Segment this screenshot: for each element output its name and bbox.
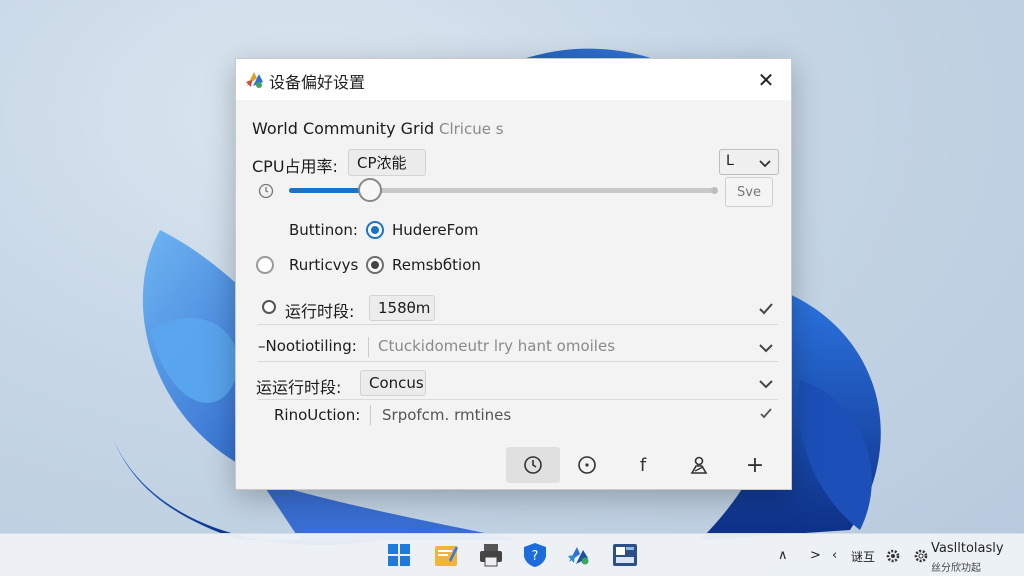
cpu-dropdown[interactable]: Ⅼ <box>719 149 779 175</box>
save-button[interactable]: Sve <box>725 177 773 207</box>
clock-icon <box>524 456 542 474</box>
facebook-button[interactable]: f <box>616 447 670 483</box>
close-button[interactable]: ✕ <box>753 67 779 93</box>
cpu-usage-label: CPU占用率: <box>252 157 338 176</box>
rino-value[interactable]: Srpofcm. rmtines <box>382 406 511 424</box>
clock-line2[interactable]: 丝分欣功起 <box>931 559 981 574</box>
tray-overflow-icon[interactable]: ∧ <box>778 548 788 563</box>
facebook-icon: f <box>639 454 647 476</box>
info-circle-icon <box>578 456 596 474</box>
sync-gear-icon[interactable] <box>913 548 929 564</box>
radio-row1-option: HudereFom <box>392 221 479 239</box>
cpu-usage-value: CP浓能 <box>357 154 407 172</box>
runtime2-prefix: 运 <box>256 378 273 397</box>
runtime2-label: 运行时段: <box>272 378 342 397</box>
runtime-field[interactable]: 158θm <box>369 295 435 321</box>
tray-next-icon[interactable]: > <box>810 548 821 563</box>
dialog-title: 设备偏好设置 <box>269 73 366 92</box>
cpu-slider-track[interactable] <box>289 188 717 193</box>
device-preferences-dialog: 设备偏好设置 ✕ World Community Grid Clricue s … <box>235 58 792 490</box>
field-separator <box>370 405 371 425</box>
dropdown-value: Ⅼ <box>726 153 734 169</box>
radio-row2-label: Rurticvys <box>289 256 359 274</box>
tray-small-icon[interactable]: ‹ <box>832 548 837 563</box>
runtime2-value: Concus <box>369 374 424 392</box>
cpu-slider-fill <box>289 188 362 193</box>
cpu-usage-field[interactable]: CP浓能 <box>348 149 426 176</box>
radio-row1-label: Buttinon: <box>289 221 358 239</box>
timer-icon <box>258 183 274 199</box>
notification-placeholder[interactable]: Ctuckidomeutr lry hant omoiles <box>378 337 615 355</box>
notes-app-icon[interactable] <box>433 542 459 568</box>
notification-label: –Nootiotiling: <box>258 337 357 355</box>
clock-button[interactable] <box>506 447 560 483</box>
radio-remsbtion[interactable] <box>366 256 384 274</box>
chevron-down-icon[interactable] <box>756 374 776 394</box>
runtime-value: 158θm <box>378 299 431 317</box>
slider-end-dot <box>711 187 718 194</box>
svg-text:?: ? <box>532 549 539 564</box>
tray-language-label[interactable]: 谜互 <box>851 548 875 565</box>
chevron-down-icon <box>759 160 771 168</box>
clock-line1[interactable]: Vaslltolasly <box>931 541 1004 556</box>
control-panel-icon[interactable] <box>612 542 638 568</box>
add-button[interactable]: + <box>728 447 782 483</box>
info-button[interactable] <box>560 447 614 483</box>
title-bar[interactable]: 设备偏好设置 ✕ <box>236 59 791 100</box>
person-location-button[interactable] <box>672 447 726 483</box>
divider <box>258 361 778 362</box>
radio-hudere-from[interactable] <box>366 221 384 239</box>
bottom-toolbar: f + <box>506 447 786 483</box>
app-logo-icon <box>246 72 263 88</box>
rino-label: RinoUction: <box>274 406 361 424</box>
chevron-down-icon[interactable] <box>756 338 776 358</box>
project-name: World Community Grid <box>252 119 435 138</box>
divider <box>258 324 778 325</box>
project-suffix: Clricue s <box>439 120 504 138</box>
checkmark-icon <box>760 408 772 419</box>
app-logo-icon[interactable] <box>566 542 592 568</box>
field-separator <box>368 337 369 357</box>
cpu-slider-thumb[interactable] <box>358 178 382 202</box>
settings-gear-icon[interactable] <box>885 548 901 564</box>
radio-row2-option: Remsbбtion <box>392 256 481 274</box>
divider <box>258 399 778 400</box>
person-location-icon <box>690 456 708 474</box>
printer-app-icon[interactable] <box>478 542 504 568</box>
start-windows-icon[interactable] <box>386 542 412 568</box>
plus-icon: + <box>745 452 765 478</box>
runtime-radio[interactable] <box>262 300 276 314</box>
checkmark-icon <box>759 303 773 315</box>
runtime-label: 运行时段: <box>285 302 355 321</box>
radio-rurticvys[interactable] <box>256 256 274 274</box>
security-shield-icon[interactable]: ? <box>522 542 548 568</box>
runtime2-field[interactable]: Concus <box>360 370 426 396</box>
taskbar: ? ∧ > ‹ 谜互 Vaslltolasly 丝分欣功起 <box>0 533 1024 576</box>
